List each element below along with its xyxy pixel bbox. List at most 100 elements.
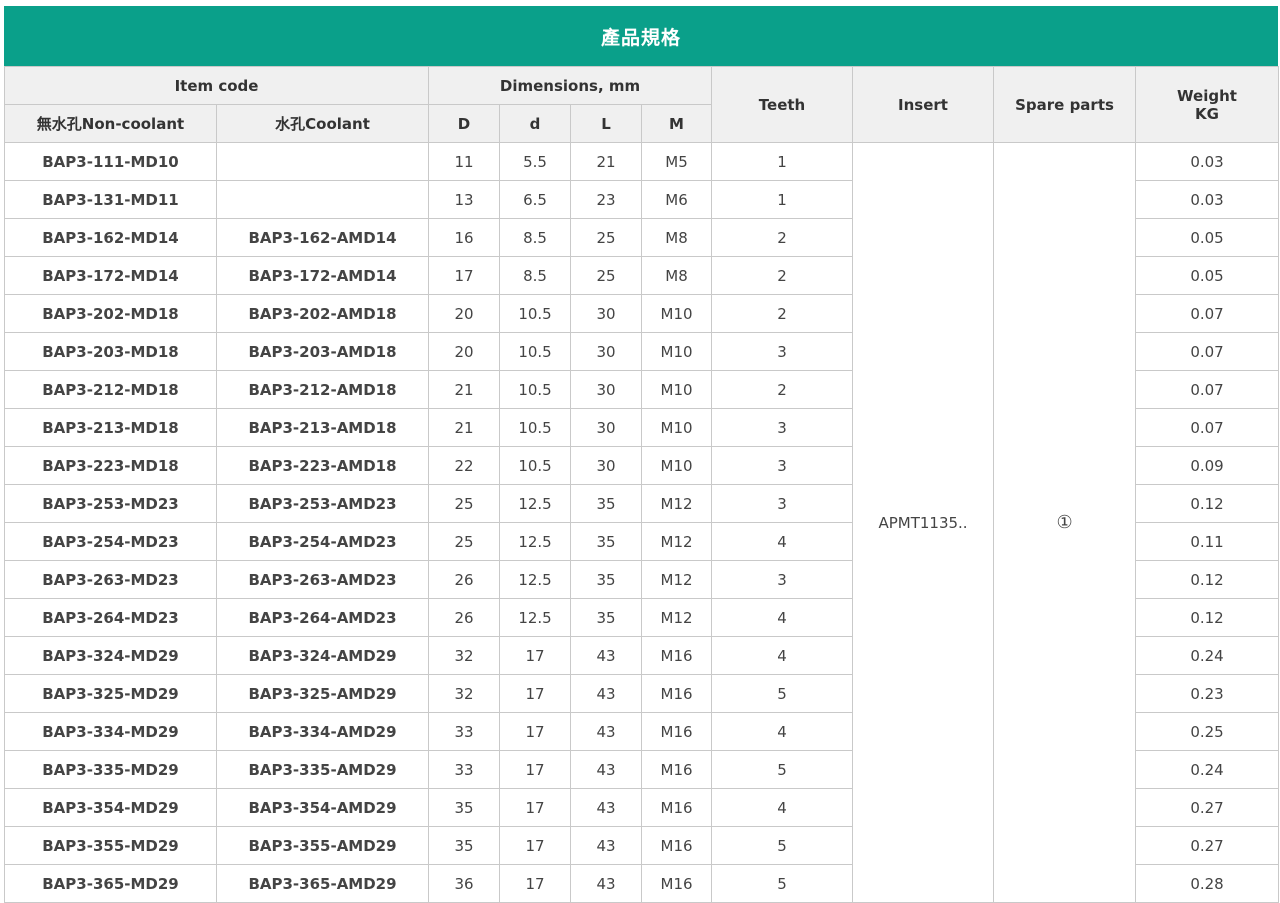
- non-coolant-code-cell: BAP3-355-MD29: [4, 826, 217, 865]
- weight-header-line2: KG: [1195, 104, 1219, 123]
- weight-header: Weight KG: [1135, 66, 1280, 143]
- teeth-cell: 2: [711, 294, 854, 333]
- teeth-cell: 5: [711, 826, 854, 865]
- dim-M-cell: M10: [641, 294, 713, 333]
- coolant-header: 水孔Coolant: [215, 104, 430, 143]
- non-coolant-code-cell: BAP3-253-MD23: [4, 484, 217, 523]
- coolant-code-cell: BAP3-212-AMD18: [215, 370, 430, 409]
- coolant-code-cell: BAP3-334-AMD29: [215, 712, 430, 751]
- weight-cell: 0.05: [1135, 218, 1280, 257]
- dim-L-cell: 43: [570, 788, 643, 827]
- non-coolant-code-cell: BAP3-212-MD18: [4, 370, 217, 409]
- dim-L-cell: 30: [570, 294, 643, 333]
- weight-cell: 0.12: [1135, 598, 1280, 637]
- dim-d-cell: 8.5: [499, 256, 572, 295]
- dim-d-cell: 10.5: [499, 332, 572, 371]
- weight-cell: 0.05: [1135, 256, 1280, 295]
- teeth-cell: 3: [711, 408, 854, 447]
- dim-M-header: M: [641, 104, 713, 143]
- teeth-cell: 4: [711, 788, 854, 827]
- weight-cell: 0.12: [1135, 484, 1280, 523]
- non-coolant-code-cell: BAP3-202-MD18: [4, 294, 217, 333]
- dim-L-cell: 35: [570, 522, 643, 561]
- insert-header: Insert: [852, 66, 995, 143]
- dim-D-cell: 33: [428, 712, 501, 751]
- dim-L-cell: 43: [570, 864, 643, 903]
- dim-d-cell: 5.5: [499, 142, 572, 181]
- coolant-code-cell: BAP3-264-AMD23: [215, 598, 430, 637]
- dim-d-cell: 17: [499, 674, 572, 713]
- weight-header-line1: Weight: [1177, 86, 1237, 105]
- dimensions-header: Dimensions, mm: [428, 66, 713, 105]
- dim-D-cell: 21: [428, 408, 501, 447]
- spec-page: 產品規格 Item code Dimensions, mm Teeth Inse…: [0, 0, 1280, 903]
- dim-D-cell: 17: [428, 256, 501, 295]
- spare-parts-header: Spare parts: [993, 66, 1137, 143]
- header-row-1: Item code Dimensions, mm Teeth Insert Sp…: [3, 66, 1280, 143]
- insert-cell: APMT1135..: [852, 142, 995, 903]
- spec-table: Item code Dimensions, mm Teeth Insert Sp…: [3, 66, 1280, 903]
- dim-L-header: L: [570, 104, 643, 143]
- weight-cell: 0.24: [1135, 636, 1280, 675]
- non-coolant-code-cell: BAP3-254-MD23: [4, 522, 217, 561]
- dim-L-cell: 23: [570, 180, 643, 219]
- coolant-code-cell: BAP3-162-AMD14: [215, 218, 430, 257]
- weight-cell: 0.07: [1135, 370, 1280, 409]
- dim-d-cell: 10.5: [499, 446, 572, 485]
- coolant-code-cell: BAP3-213-AMD18: [215, 408, 430, 447]
- dim-M-cell: M8: [641, 256, 713, 295]
- dim-d-cell: 17: [499, 788, 572, 827]
- dim-D-cell: 22: [428, 446, 501, 485]
- dim-M-cell: M10: [641, 370, 713, 409]
- dim-d-cell: 10.5: [499, 408, 572, 447]
- weight-cell: 0.09: [1135, 446, 1280, 485]
- teeth-cell: 2: [711, 370, 854, 409]
- item-code-header: Item code: [3, 66, 430, 105]
- dim-M-cell: M16: [641, 636, 713, 675]
- dim-d-header: d: [499, 104, 572, 143]
- dim-d-cell: 12.5: [499, 560, 572, 599]
- dim-D-cell: 35: [428, 788, 501, 827]
- non-coolant-code-cell: BAP3-335-MD29: [4, 750, 217, 789]
- dim-M-cell: M16: [641, 712, 713, 751]
- coolant-code-cell: BAP3-354-AMD29: [215, 788, 430, 827]
- teeth-cell: 4: [711, 522, 854, 561]
- dim-d-cell: 6.5: [499, 180, 572, 219]
- non-coolant-code-cell: BAP3-162-MD14: [4, 218, 217, 257]
- dim-d-cell: 17: [499, 864, 572, 903]
- dim-L-cell: 21: [570, 142, 643, 181]
- dim-M-cell: M16: [641, 826, 713, 865]
- weight-cell: 0.03: [1135, 180, 1280, 219]
- dim-d-cell: 17: [499, 636, 572, 675]
- coolant-code-cell: BAP3-325-AMD29: [215, 674, 430, 713]
- teeth-cell: 3: [711, 560, 854, 599]
- weight-cell: 0.27: [1135, 788, 1280, 827]
- dim-d-cell: 10.5: [499, 370, 572, 409]
- teeth-cell: 3: [711, 332, 854, 371]
- weight-cell: 0.03: [1135, 142, 1280, 181]
- weight-cell: 0.07: [1135, 408, 1280, 447]
- weight-cell: 0.11: [1135, 522, 1280, 561]
- non-coolant-header: 無水孔Non-coolant: [4, 104, 217, 143]
- dim-L-cell: 30: [570, 370, 643, 409]
- non-coolant-code-cell: BAP3-324-MD29: [4, 636, 217, 675]
- dim-D-cell: 13: [428, 180, 501, 219]
- dim-D-cell: 11: [428, 142, 501, 181]
- weight-cell: 0.24: [1135, 750, 1280, 789]
- dim-D-cell: 26: [428, 560, 501, 599]
- dim-M-cell: M8: [641, 218, 713, 257]
- non-coolant-code-cell: BAP3-213-MD18: [4, 408, 217, 447]
- dim-M-cell: M10: [641, 446, 713, 485]
- coolant-code-cell: BAP3-254-AMD23: [215, 522, 430, 561]
- table-title: 產品規格: [600, 26, 681, 49]
- teeth-cell: 5: [711, 750, 854, 789]
- non-coolant-code-cell: BAP3-365-MD29: [4, 864, 217, 903]
- teeth-cell: 4: [711, 598, 854, 637]
- coolant-code-cell: [215, 142, 430, 181]
- non-coolant-code-cell: BAP3-325-MD29: [4, 674, 217, 713]
- non-coolant-code-cell: BAP3-334-MD29: [4, 712, 217, 751]
- non-coolant-code-cell: BAP3-354-MD29: [4, 788, 217, 827]
- teeth-cell: 3: [711, 484, 854, 523]
- dim-D-cell: 26: [428, 598, 501, 637]
- dim-L-cell: 43: [570, 674, 643, 713]
